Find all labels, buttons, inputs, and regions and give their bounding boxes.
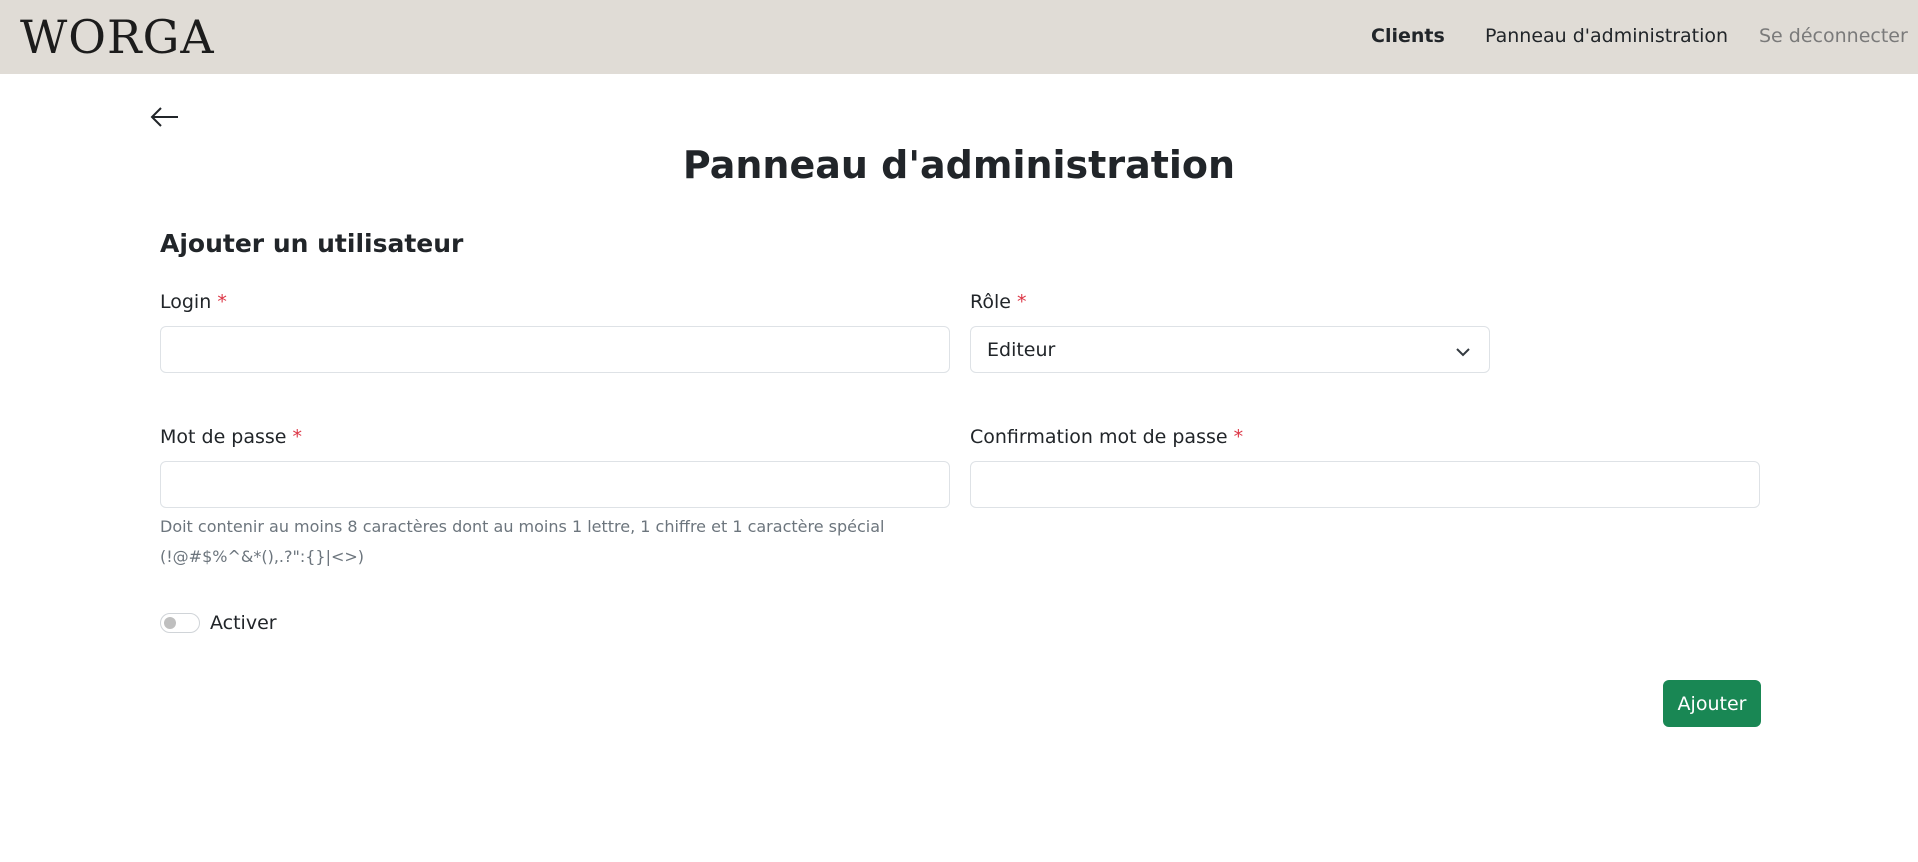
required-mark: * xyxy=(1017,291,1027,313)
password-help-text: Doit contenir au moins 8 caractères dont… xyxy=(160,517,885,566)
password-input[interactable] xyxy=(160,461,950,508)
role-label: Rôle * xyxy=(970,289,1027,315)
activate-label[interactable]: Activer xyxy=(210,610,277,636)
nav-link-admin-panel[interactable]: Panneau d'administration xyxy=(1485,24,1728,48)
password-label: Mot de passe * xyxy=(160,424,302,450)
required-mark: * xyxy=(1233,426,1244,448)
password-label-text: Mot de passe xyxy=(160,426,287,448)
section-title: Ajouter un utilisateur xyxy=(160,229,464,258)
arrow-left-icon[interactable] xyxy=(150,104,180,130)
navbar: WORGA Clients Panneau d'administration S… xyxy=(0,0,1918,74)
login-label-text: Login xyxy=(160,291,212,313)
password-confirm-label-text: Confirmation mot de passe xyxy=(970,426,1228,448)
required-mark: * xyxy=(217,291,227,313)
required-mark: * xyxy=(292,426,303,448)
role-select[interactable]: Editeur xyxy=(970,326,1490,373)
login-input[interactable] xyxy=(160,326,950,373)
activate-toggle[interactable] xyxy=(160,613,200,633)
login-label: Login * xyxy=(160,289,227,315)
add-user-button[interactable]: Ajouter xyxy=(1663,680,1761,727)
role-select-value: Editeur xyxy=(987,339,1056,361)
password-confirm-input[interactable] xyxy=(970,461,1760,508)
page-title: Panneau d'administration xyxy=(682,143,1236,187)
nav-link-logout[interactable]: Se déconnecter xyxy=(1759,24,1908,48)
role-label-text: Rôle xyxy=(970,291,1011,313)
nav-link-clients[interactable]: Clients xyxy=(1371,24,1445,48)
toggle-knob xyxy=(164,617,176,629)
chevron-down-icon xyxy=(1455,343,1471,357)
password-confirm-label: Confirmation mot de passe * xyxy=(970,424,1243,450)
brand-logo[interactable]: WORGA xyxy=(20,9,215,65)
